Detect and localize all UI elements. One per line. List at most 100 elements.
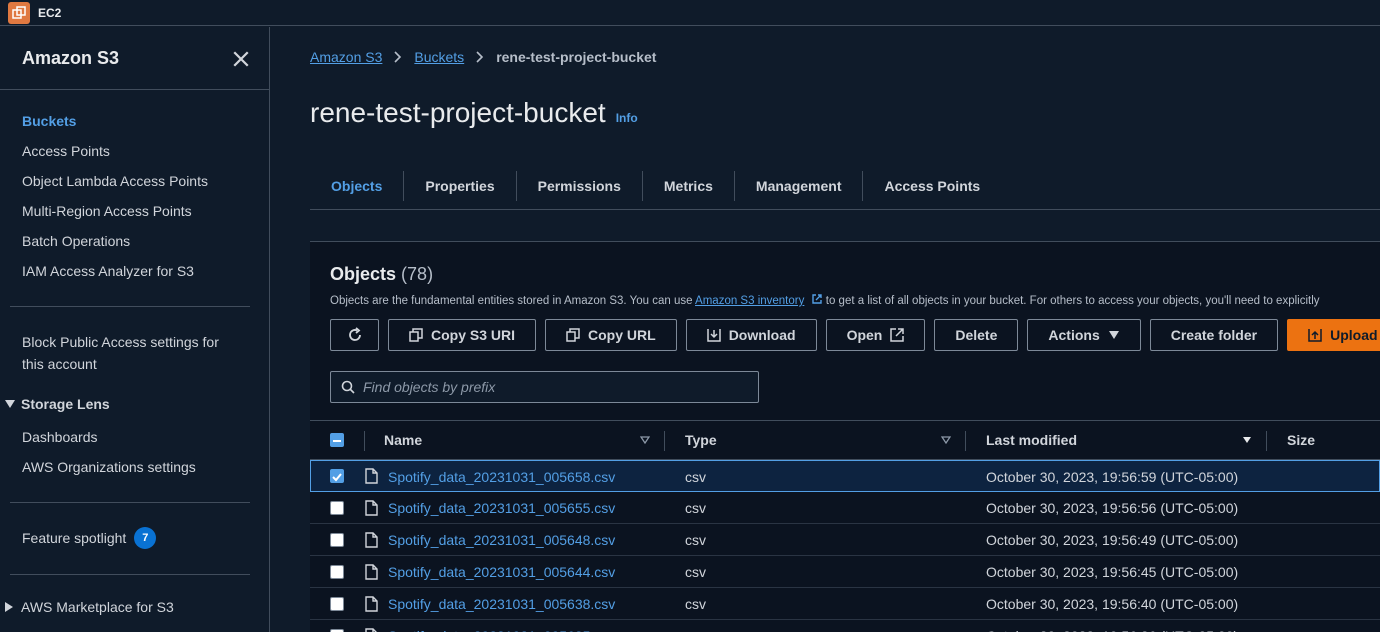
row-checkbox[interactable] <box>330 501 344 515</box>
top-navigation-bar: EC2 <box>0 0 1380 26</box>
caret-down-icon <box>1108 331 1119 339</box>
caret-right-icon <box>5 602 13 612</box>
refresh-button[interactable] <box>330 319 379 351</box>
sidebar-item-dashboards[interactable]: Dashboards <box>22 426 98 448</box>
objects-title: Objects <box>330 264 397 284</box>
search-input[interactable] <box>363 379 743 395</box>
tab-management[interactable]: Management <box>735 170 864 201</box>
row-checkbox[interactable] <box>330 565 344 579</box>
sidebar-item-object-lambda-access-points[interactable]: Object Lambda Access Points <box>22 171 208 201</box>
sort-caret-icon[interactable] <box>640 436 650 444</box>
desc-suffix: to get a list of all objects in your buc… <box>825 295 1320 307</box>
objects-toolbar: Copy S3 URI Copy URL Download Open Delet… <box>330 319 1380 351</box>
column-header-name[interactable]: Name <box>384 421 422 459</box>
search-icon <box>341 380 355 394</box>
copy-s3-uri-button[interactable]: Copy S3 URI <box>388 319 537 351</box>
object-type: csv <box>685 469 706 485</box>
chevron-right-icon <box>476 51 484 63</box>
breadcrumb-buckets[interactable]: Buckets <box>414 49 464 65</box>
copy-icon <box>566 328 580 342</box>
object-name-link[interactable]: Spotify_data_20231031_005644.csv <box>388 556 615 588</box>
column-separator <box>364 431 365 451</box>
page-title: rene-test-project-bucket <box>310 97 606 128</box>
table-header: Name Type Last modified Size <box>310 420 1380 460</box>
object-name-link[interactable]: Spotify_data_20231031_005635.csv <box>388 620 615 632</box>
table-row[interactable]: Spotify_data_20231031_005638.csv csv Oct… <box>310 588 1380 620</box>
sidebar-header: Amazon S3 <box>0 27 269 90</box>
create-folder-button[interactable]: Create folder <box>1149 319 1279 351</box>
table-row[interactable]: Spotify_data_20231031_005644.csv csv Oct… <box>310 556 1380 588</box>
row-checkbox[interactable] <box>330 469 344 483</box>
actions-label: Actions <box>1048 327 1100 343</box>
refresh-icon <box>348 327 361 341</box>
marketplace-section[interactable]: AWS Marketplace for S3 <box>4 599 174 615</box>
sidebar-item-block-public-access[interactable]: Block Public Access settings for this ac… <box>22 331 242 375</box>
close-icon[interactable] <box>232 50 250 68</box>
table-row[interactable]: Spotify_data_20231031_005648.csv csv Oct… <box>310 524 1380 556</box>
open-button[interactable]: Open <box>825 319 926 351</box>
sidebar-item-access-points[interactable]: Access Points <box>22 141 208 171</box>
marketplace-label: AWS Marketplace for S3 <box>21 599 174 615</box>
caret-down-icon <box>5 400 15 408</box>
search-box <box>330 371 759 403</box>
desc-prefix: Objects are the fundamental entities sto… <box>330 295 696 307</box>
object-name-link[interactable]: Spotify_data_20231031_005658.csv <box>388 461 615 493</box>
delete-button[interactable]: Delete <box>934 319 1019 351</box>
sort-caret-active-icon[interactable] <box>1242 436 1252 444</box>
row-checkbox[interactable] <box>330 597 344 611</box>
object-last-modified: October 30, 2023, 19:56:49 (UTC-05:00) <box>986 532 1239 548</box>
upload-label: Upload <box>1330 327 1378 343</box>
copy-url-button[interactable]: Copy URL <box>545 319 677 351</box>
sidebar-item-batch-operations[interactable]: Batch Operations <box>22 231 208 261</box>
column-separator <box>965 431 966 451</box>
chevron-right-icon <box>394 51 402 63</box>
sidebar-item-buckets[interactable]: Buckets <box>22 111 208 141</box>
storage-lens-section[interactable]: Storage Lens <box>4 396 110 412</box>
service-label[interactable]: EC2 <box>38 6 61 20</box>
download-button[interactable]: Download <box>685 319 817 351</box>
info-link[interactable]: Info <box>616 111 638 125</box>
tab-permissions[interactable]: Permissions <box>517 170 643 201</box>
table-row[interactable]: Spotify_data_20231031_005635.csv csv Oct… <box>310 620 1380 632</box>
page-title-wrap: rene-test-project-bucket Info <box>310 97 638 129</box>
table-row[interactable]: Spotify_data_20231031_005655.csv csv Oct… <box>310 492 1380 524</box>
file-icon <box>365 564 378 580</box>
sidebar-item-multi-region-access-points[interactable]: Multi-Region Access Points <box>22 201 208 231</box>
sidebar-item-feature-spotlight[interactable]: Feature spotlight 7 <box>22 527 157 549</box>
inventory-link[interactable]: Amazon S3 inventory <box>695 295 804 307</box>
sidebar-divider <box>10 574 250 575</box>
column-header-last-modified[interactable]: Last modified <box>986 421 1077 459</box>
column-header-type[interactable]: Type <box>685 421 717 459</box>
sidebar-divider <box>10 502 250 503</box>
sort-caret-icon[interactable] <box>941 436 951 444</box>
row-checkbox[interactable] <box>330 533 344 547</box>
sidebar-item-iam-access-analyzer[interactable]: IAM Access Analyzer for S3 <box>22 261 208 291</box>
file-icon <box>365 596 378 612</box>
objects-panel: Objects (78) Objects are the fundamental… <box>310 241 1380 632</box>
check-icon <box>332 473 342 482</box>
object-name-link[interactable]: Spotify_data_20231031_005655.csv <box>388 492 615 524</box>
tab-access-points[interactable]: Access Points <box>863 171 1001 201</box>
object-name-link[interactable]: Spotify_data_20231031_005638.csv <box>388 588 615 620</box>
select-all-checkbox[interactable] <box>330 433 344 447</box>
tab-objects[interactable]: Objects <box>310 170 405 201</box>
object-last-modified: October 30, 2023, 19:56:56 (UTC-05:00) <box>986 500 1239 516</box>
actions-dropdown-button[interactable]: Actions <box>1027 319 1141 351</box>
sidebar-divider <box>10 306 250 307</box>
ec2-service-icon[interactable] <box>8 1 30 24</box>
tab-properties[interactable]: Properties <box>404 170 517 201</box>
objects-heading: Objects (78) <box>330 264 433 285</box>
sidebar-title[interactable]: Amazon S3 <box>22 48 119 69</box>
breadcrumb-amazon-s3[interactable]: Amazon S3 <box>310 49 382 65</box>
object-name-link[interactable]: Spotify_data_20231031_005648.csv <box>388 524 615 556</box>
tab-metrics[interactable]: Metrics <box>643 170 735 201</box>
upload-icon <box>1308 329 1322 342</box>
object-last-modified: October 30, 2023, 19:56:36 (UTC-05:00) <box>986 620 1238 632</box>
column-header-size[interactable]: Size <box>1287 421 1315 459</box>
sidebar-item-aws-organizations-settings[interactable]: AWS Organizations settings <box>22 456 196 478</box>
download-label: Download <box>728 327 796 343</box>
table-row[interactable]: Spotify_data_20231031_005658.csv csv Oct… <box>310 460 1380 492</box>
file-icon <box>365 468 378 484</box>
upload-button[interactable]: Upload <box>1287 319 1380 351</box>
objects-count: (78) <box>401 264 434 284</box>
